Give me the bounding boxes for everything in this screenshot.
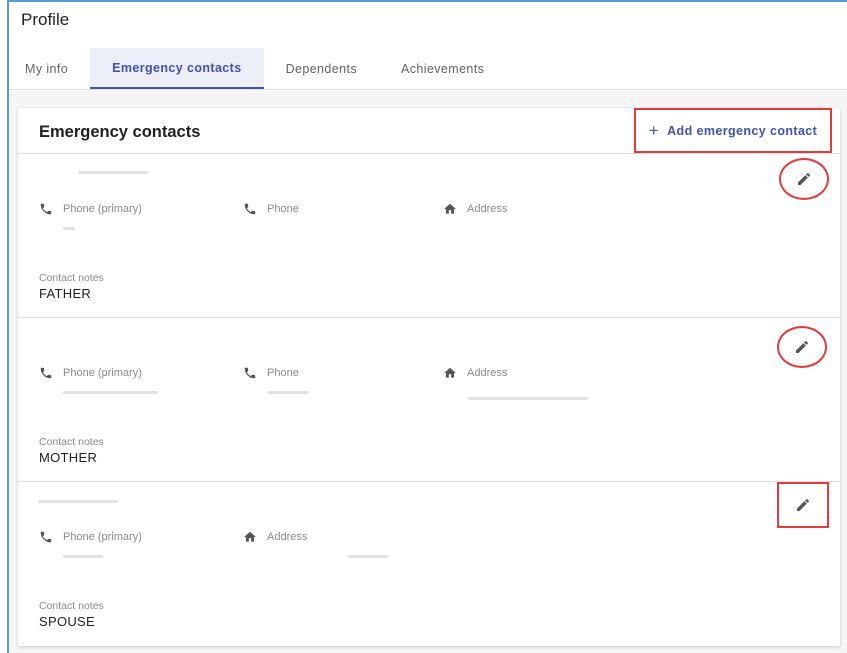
- phone-icon: [244, 367, 256, 379]
- contact-notes-value: SPOUSE: [39, 614, 95, 629]
- phone-icon: [40, 367, 52, 379]
- phone-icon: [40, 203, 52, 215]
- tab-dependents[interactable]: Dependents: [264, 48, 379, 89]
- address-value-redacted: [348, 555, 388, 558]
- home-icon: [444, 203, 456, 214]
- contact-notes-value: FATHER: [39, 286, 92, 301]
- phone-primary-field: Phone (primary): [39, 530, 142, 544]
- phone-label: Phone: [267, 367, 299, 379]
- phone-primary-label: Phone (primary): [63, 531, 142, 543]
- phone-primary-label: Phone (primary): [63, 367, 142, 379]
- phone-icon: [244, 203, 256, 215]
- address-field: Address: [443, 366, 507, 380]
- contact-item: Phone (primary) Address Contact notes SP…: [18, 482, 840, 646]
- tab-achievements[interactable]: Achievements: [379, 48, 506, 89]
- address-value-redacted: [468, 397, 588, 400]
- card-title: Emergency contacts: [39, 123, 201, 141]
- add-emergency-contact-label: Add emergency contact: [667, 123, 818, 138]
- phone-value-redacted: [63, 227, 75, 230]
- contact-notes-label: Contact notes: [39, 600, 104, 612]
- profile-tabs: My info Emergency contacts Dependents Ac…: [9, 48, 847, 90]
- phone-value-redacted: [63, 555, 103, 558]
- pencil-icon: [798, 172, 810, 185]
- card-header: Emergency contacts + Add emergency conta…: [18, 108, 840, 154]
- add-emergency-contact-button[interactable]: + Add emergency contact: [634, 108, 832, 153]
- home-icon: [444, 367, 456, 378]
- edit-contact-button[interactable]: [779, 158, 829, 200]
- contact-item: Phone (primary) Phone Address Contact no…: [18, 318, 840, 482]
- address-field: Address: [243, 530, 307, 544]
- edit-contact-button[interactable]: [777, 326, 827, 368]
- plus-icon: +: [648, 120, 660, 140]
- emergency-contacts-card: Emergency contacts + Add emergency conta…: [18, 108, 840, 646]
- phone-value-redacted: [268, 391, 308, 394]
- phone-field: Phone: [243, 202, 299, 216]
- contact-notes-label: Contact notes: [39, 272, 104, 284]
- contact-name-redacted: [78, 171, 148, 174]
- phone-icon: [40, 531, 52, 543]
- address-label: Address: [267, 531, 308, 543]
- pencil-icon: [796, 340, 808, 353]
- address-field: Address: [443, 202, 507, 216]
- page-title: Profile: [21, 10, 70, 29]
- contact-notes-value: MOTHER: [39, 450, 98, 465]
- phone-value-redacted: [63, 391, 158, 394]
- address-label: Address: [467, 367, 508, 379]
- phone-primary-label: Phone (primary): [63, 203, 142, 215]
- phone-field: Phone: [243, 366, 299, 380]
- phone-primary-field: Phone (primary): [39, 366, 142, 380]
- edit-contact-button[interactable]: [777, 482, 829, 528]
- contact-name-redacted: [38, 500, 118, 503]
- contact-item: Phone (primary) Phone Address Contact no…: [18, 154, 840, 318]
- phone-label: Phone: [267, 203, 299, 215]
- tab-my-info[interactable]: My info: [17, 48, 90, 89]
- address-label: Address: [467, 203, 508, 215]
- home-icon: [244, 531, 256, 542]
- phone-primary-field: Phone (primary): [39, 202, 142, 216]
- contact-notes-label: Contact notes: [39, 436, 104, 448]
- pencil-icon: [797, 498, 809, 511]
- tab-emergency-contacts[interactable]: Emergency contacts: [90, 48, 264, 89]
